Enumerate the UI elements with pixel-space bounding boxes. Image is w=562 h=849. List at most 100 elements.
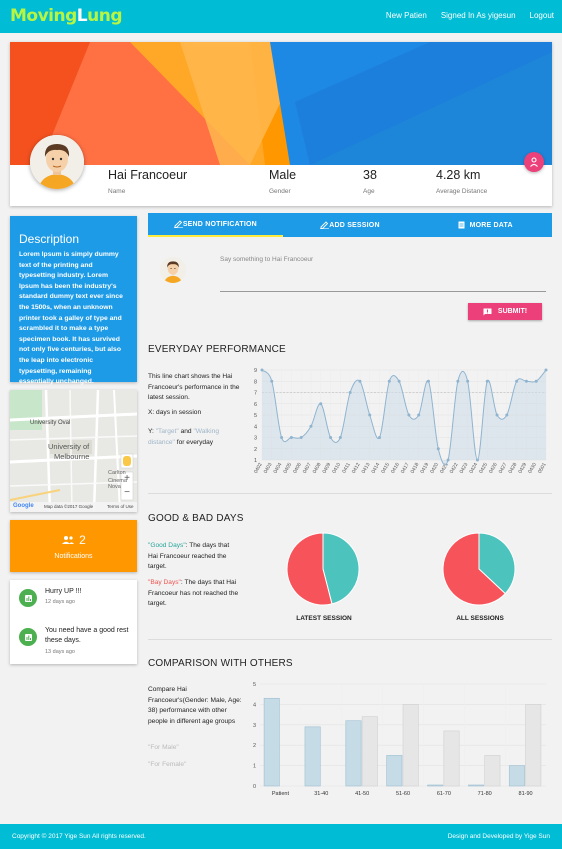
walking-point — [299, 436, 303, 439]
legend-male: "For Male" — [148, 744, 179, 751]
legend-female: "For Female" — [148, 761, 187, 768]
x-tick-label: 0428 — [508, 462, 519, 475]
patient-name: Hai Francoeur — [108, 168, 188, 182]
tab-send-notification[interactable]: SEND NOTIFICATION — [148, 213, 283, 237]
section-divider — [148, 493, 552, 494]
age-label: Age — [363, 188, 375, 195]
tab-label: MORE DATA — [469, 221, 513, 229]
map-zoom-out-button[interactable]: − — [121, 487, 133, 499]
patient-profile-card: Hai Francoeur Name Male Gender 38 Age 4.… — [10, 42, 552, 206]
x-tick-label: 0419 — [419, 462, 430, 475]
bad-days-text: "Bay Days": The days that Hai Francoeur … — [148, 579, 239, 608]
y-tick-label: 1 — [254, 458, 257, 464]
notifications-label: Notifications — [54, 553, 93, 560]
x-tick-label: 0414 — [370, 462, 381, 475]
pegman-icon[interactable] — [123, 456, 131, 466]
x-tick-label: 0406 — [292, 462, 303, 475]
map-widget[interactable]: University Oval University of Melbourne … — [10, 390, 137, 512]
x-tick-label: Patient — [272, 791, 290, 797]
map-label-university: University of — [48, 442, 90, 451]
walking-point — [505, 413, 509, 417]
chart-icon — [19, 628, 37, 646]
signed-in-user-link[interactable]: Signed In As yigesun — [441, 11, 516, 20]
x-tick-label: 61-70 — [437, 791, 451, 797]
map-attribution: Map data ©2017 Google — [44, 504, 94, 509]
profile-action-button[interactable] — [524, 152, 544, 172]
latest-session-label: LATEST SESSION — [296, 615, 352, 622]
y-tick-label: 0 — [253, 784, 256, 790]
bar-male — [508, 765, 525, 787]
bar-male — [468, 784, 485, 787]
y-tick-label: 6 — [254, 402, 257, 408]
message-date: 13 days ago — [45, 649, 75, 655]
patient-avatar — [30, 135, 84, 189]
profile-banner — [10, 42, 552, 165]
walking-point — [270, 379, 274, 383]
pencil-icon — [320, 221, 330, 229]
walking-point — [475, 458, 479, 462]
y-tick-label: 2 — [254, 447, 257, 453]
bar-female — [525, 704, 542, 787]
y-tick-label: 3 — [254, 436, 257, 442]
patient-distance: 4.28 km — [436, 168, 481, 182]
y-tick-label: 1 — [253, 764, 256, 770]
x-tick-label: 0403 — [263, 462, 274, 475]
x-tick-label: 0423 — [459, 462, 470, 475]
x-tick-label: 0408 — [312, 462, 323, 475]
logout-link[interactable]: Logout — [530, 11, 554, 20]
tab-add-session[interactable]: ADD SESSION — [283, 213, 418, 237]
x-tick-label: 0427 — [498, 462, 509, 475]
tab-more-data[interactable]: MORE DATA — [417, 213, 552, 237]
bar-male — [386, 755, 403, 787]
submit-button[interactable]: SUBMIT! — [468, 303, 542, 320]
walking-point — [329, 436, 333, 439]
latest-session-pie — [286, 532, 360, 606]
tab-label: SEND NOTIFICATION — [182, 220, 257, 228]
page-footer: Copyright © 2017 Yige Sun All rights res… — [0, 824, 562, 849]
notifications-card[interactable]: 2 Notifications — [10, 520, 137, 572]
patient-avatar-small — [160, 257, 186, 283]
notification-panel: Say something to Hai Francoeur SUBMIT! — [148, 237, 552, 324]
map-terms-link[interactable]: Terms of Use — [107, 504, 134, 509]
comparison-description: Compare Hai Francoeur's(Gender: Male, Ag… — [148, 686, 242, 725]
bar-female — [443, 730, 460, 787]
description-title: Description — [19, 232, 80, 246]
app-logo[interactable]: MovingLung — [10, 6, 122, 26]
walking-point — [338, 436, 342, 439]
walking-point — [485, 379, 489, 383]
new-patient-link[interactable]: New Patien — [386, 11, 427, 20]
map-zoom-in-button[interactable]: + — [121, 473, 133, 485]
chart-icon — [19, 589, 37, 607]
x-tick-label: 0415 — [380, 462, 391, 475]
walking-point — [289, 436, 293, 439]
x-tick-label: 0405 — [282, 462, 293, 475]
person-icon — [530, 157, 538, 167]
x-tick-label: 0424 — [468, 462, 479, 475]
bar-male — [345, 720, 362, 787]
action-tabs: SEND NOTIFICATION ADD SESSION MORE DATA — [148, 213, 552, 237]
message-text: Hurry UP !!! — [45, 588, 82, 595]
message-input[interactable]: Say something to Hai Francoeur — [220, 256, 546, 292]
walking-point — [426, 379, 430, 383]
footer-copyright: Copyright © 2017 Yige Sun All rights res… — [12, 833, 146, 840]
performance-description: This line chart shows the Hai Francoeur'… — [148, 373, 240, 402]
bar-male — [304, 726, 321, 787]
y-tick-label: 4 — [253, 702, 256, 708]
x-tick-label: 31-40 — [314, 791, 328, 797]
performance-line-chart: 1234567890402 0403 0404 0405 0406 0407 0408 040… — [253, 368, 548, 475]
x-tick-label: 41-50 — [355, 791, 369, 797]
top-nav-bar: MovingLung New Patien Signed In As yiges… — [0, 0, 562, 33]
all-sessions-pie — [442, 532, 516, 606]
walking-point — [524, 379, 528, 383]
notification-count: 2 — [79, 533, 86, 547]
x-tick-label: 0407 — [302, 462, 313, 475]
bar-female — [361, 716, 378, 787]
performance-x-desc: X: days in session — [148, 409, 202, 416]
x-tick-label: 0418 — [410, 462, 421, 475]
all-sessions-label: ALL SESSIONS — [456, 615, 504, 622]
x-tick-label: 0410 — [331, 462, 342, 475]
feedback-icon — [483, 308, 492, 315]
x-tick-label: 0430 — [527, 462, 538, 475]
section-divider — [148, 639, 552, 640]
walking-point — [348, 391, 352, 394]
